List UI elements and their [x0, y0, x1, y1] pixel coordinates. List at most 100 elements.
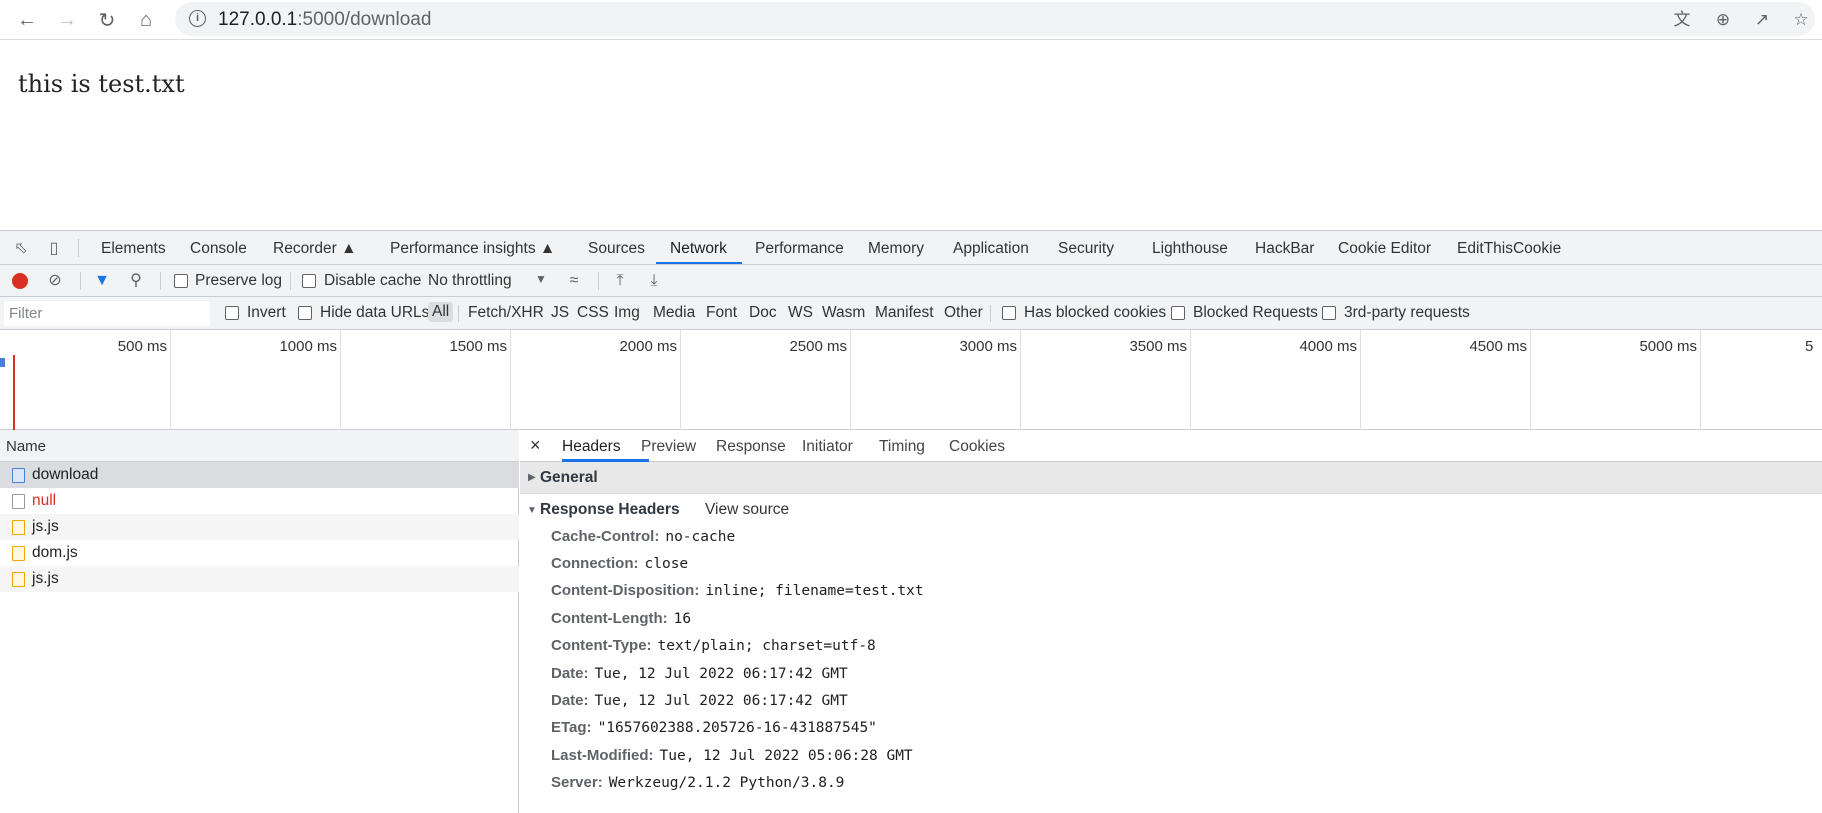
- has-blocked-cookies-checkbox[interactable]: [1002, 306, 1016, 320]
- forward-icon[interactable]: →: [52, 5, 82, 35]
- header-key: Last-Modified:: [551, 747, 654, 764]
- third-party-requests-label: 3rd-party requests: [1344, 304, 1470, 321]
- filter-type-manifest[interactable]: Manifest: [875, 304, 934, 322]
- filter-type-js[interactable]: JS: [551, 304, 569, 322]
- site-info-icon[interactable]: i: [189, 10, 206, 27]
- url-path: :5000/download: [297, 9, 432, 30]
- url-text[interactable]: 127.0.0.1:5000/download: [218, 9, 431, 31]
- view-source-link[interactable]: View source: [705, 501, 789, 519]
- tab-lighthouse[interactable]: Lighthouse: [1152, 240, 1228, 258]
- import-har-icon[interactable]: ⤒: [609, 270, 631, 292]
- filter-type-fetch-xhr[interactable]: Fetch/XHR: [468, 304, 544, 322]
- third-party-requests-checkbox[interactable]: [1322, 306, 1336, 320]
- network-overview-timeline[interactable]: 500 ms 1000 ms 1500 ms 2000 ms 2500 ms 3…: [0, 330, 1822, 430]
- tab-initiator[interactable]: Initiator: [802, 438, 853, 456]
- filter-icon[interactable]: ▼: [91, 270, 113, 292]
- filter-type-media[interactable]: Media: [653, 304, 695, 322]
- bookmark-star-icon[interactable]: ☆: [1789, 8, 1813, 32]
- request-name: js.js: [32, 518, 59, 535]
- filter-type-doc[interactable]: Doc: [749, 304, 777, 322]
- tab-application[interactable]: Application: [953, 240, 1029, 258]
- translate-icon[interactable]: 文: [1670, 8, 1694, 32]
- preserve-log-checkbox[interactable]: [174, 274, 188, 288]
- load-event-marker: [13, 355, 15, 430]
- header-row: Last-Modified: Tue, 12 Jul 2022 05:06:28 …: [551, 747, 913, 769]
- tab-cookies[interactable]: Cookies: [949, 438, 1005, 456]
- tab-elements[interactable]: Elements: [101, 240, 166, 258]
- filter-type-other[interactable]: Other: [944, 304, 983, 322]
- filter-type-font[interactable]: Font: [706, 304, 737, 322]
- timeline-tick-label: 4500 ms: [1469, 338, 1527, 355]
- tab-headers[interactable]: Headers: [562, 438, 621, 456]
- record-button[interactable]: [12, 273, 28, 289]
- tab-console[interactable]: Console: [190, 240, 247, 258]
- header-key: Connection:: [551, 555, 639, 572]
- search-icon[interactable]: ⚲: [125, 270, 147, 292]
- home-icon[interactable]: ⌂: [131, 5, 161, 35]
- filter-type-wasm[interactable]: Wasm: [822, 304, 865, 322]
- timeline-tick-label: 2500 ms: [789, 338, 847, 355]
- tab-recorder[interactable]: Recorder ▲: [273, 240, 356, 258]
- header-row: Date: Tue, 12 Jul 2022 06:17:42 GMT: [551, 692, 848, 714]
- invert-checkbox[interactable]: [225, 306, 239, 320]
- disable-cache-checkbox[interactable]: [302, 274, 316, 288]
- timeline-tick-label: 2000 ms: [619, 338, 677, 355]
- filter-type-img[interactable]: Img: [614, 304, 640, 322]
- filter-input[interactable]: Filter: [4, 301, 210, 326]
- filter-type-css[interactable]: CSS: [577, 304, 609, 322]
- timeline-tick-label: 3000 ms: [959, 338, 1017, 355]
- tab-cookie-editor[interactable]: Cookie Editor: [1338, 240, 1431, 258]
- clear-icon[interactable]: ⊘: [44, 270, 66, 292]
- filter-type-all[interactable]: All: [428, 302, 454, 322]
- request-row[interactable]: js.js: [0, 566, 519, 592]
- network-conditions-icon[interactable]: ≈: [563, 270, 585, 292]
- request-row[interactable]: dom.js: [0, 540, 519, 566]
- back-icon[interactable]: ←: [12, 5, 42, 35]
- tab-editthiscookie[interactable]: EditThisCookie: [1457, 240, 1561, 258]
- tab-network[interactable]: Network: [670, 240, 727, 258]
- hide-data-urls-checkbox[interactable]: [298, 306, 312, 320]
- experiment-flask-icon: ▲: [539, 240, 556, 257]
- zoom-icon[interactable]: ⊕: [1711, 8, 1735, 32]
- request-name: null: [32, 492, 57, 509]
- throttling-select[interactable]: No throttling: [428, 272, 512, 290]
- share-icon[interactable]: ↗: [1750, 8, 1774, 32]
- tab-performance-insights[interactable]: Performance insights ▲: [390, 240, 555, 258]
- header-row: Connection: close: [551, 555, 688, 577]
- header-key: Content-Disposition:: [551, 582, 700, 599]
- header-value: no-cache: [665, 529, 736, 545]
- inspect-element-icon[interactable]: ⬁: [10, 238, 32, 260]
- name-column-label: Name: [6, 438, 47, 455]
- address-bar[interactable]: i 127.0.0.1:5000/download 文 ⊕ ↗ ☆: [175, 2, 1815, 36]
- request-row[interactable]: js.js: [0, 514, 519, 540]
- chevron-down-icon: ▼: [527, 505, 537, 516]
- export-har-icon[interactable]: ⤓: [643, 270, 665, 292]
- name-column-header[interactable]: Name: [0, 430, 519, 462]
- device-toolbar-icon[interactable]: ▯: [43, 238, 65, 260]
- request-name: download: [32, 466, 99, 483]
- blocked-requests-label: Blocked Requests: [1193, 304, 1318, 321]
- tab-performance[interactable]: Performance: [755, 240, 844, 258]
- close-icon[interactable]: ×: [530, 435, 541, 456]
- tab-security[interactable]: Security: [1058, 240, 1114, 258]
- response-headers-title: Response Headers: [540, 501, 680, 518]
- tab-response[interactable]: Response: [716, 438, 786, 456]
- tab-performance-insights-label: Performance insights: [390, 240, 536, 257]
- tab-recorder-label: Recorder: [273, 240, 337, 257]
- request-row[interactable]: download: [0, 462, 519, 488]
- tab-memory[interactable]: Memory: [868, 240, 924, 258]
- header-key: Content-Length:: [551, 610, 668, 627]
- tab-sources[interactable]: Sources: [588, 240, 645, 258]
- blocked-requests-checkbox[interactable]: [1171, 306, 1185, 320]
- response-headers-section-header[interactable]: ▼ Response Headers View source: [520, 494, 1822, 526]
- header-key: Server:: [551, 774, 603, 791]
- chevron-down-icon[interactable]: ▼: [535, 272, 547, 286]
- request-row[interactable]: null: [0, 488, 519, 514]
- script-file-icon: [12, 520, 25, 535]
- tab-hackbar[interactable]: HackBar: [1255, 240, 1314, 258]
- reload-icon[interactable]: ↻: [92, 5, 122, 35]
- general-section-header[interactable]: ▶ General: [520, 462, 1822, 494]
- tab-timing[interactable]: Timing: [879, 438, 925, 456]
- filter-type-ws[interactable]: WS: [788, 304, 813, 322]
- tab-preview[interactable]: Preview: [641, 438, 696, 456]
